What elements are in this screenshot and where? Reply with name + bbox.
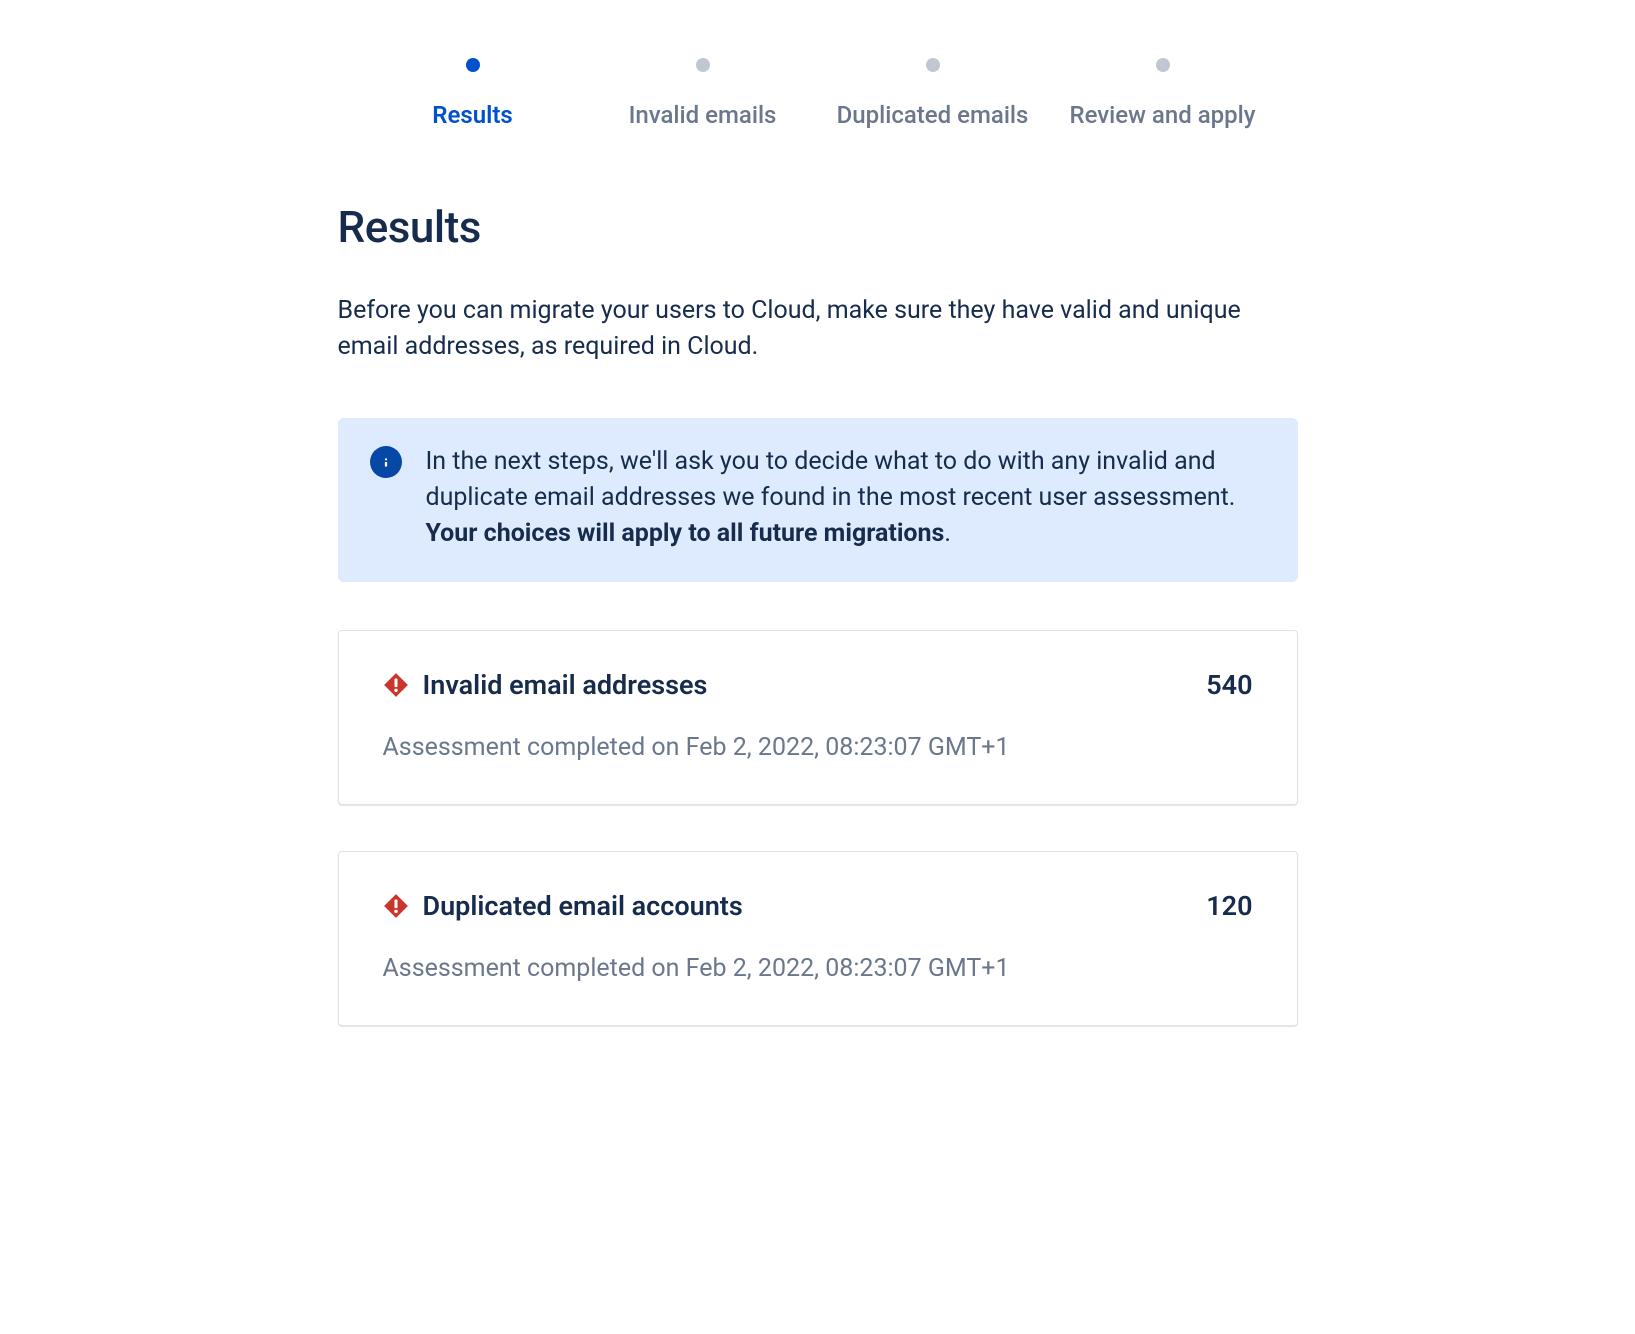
card-header: Invalid email addresses 540 xyxy=(383,669,1253,701)
stepper: Results Invalid emails Duplicated emails… xyxy=(0,58,1635,131)
info-icon xyxy=(370,446,402,478)
step-dot-icon xyxy=(926,58,940,72)
info-text-part1: In the next steps, we'll ask you to deci… xyxy=(426,447,1236,512)
card-invalid-emails: Invalid email addresses 540 Assessment c… xyxy=(338,630,1298,805)
info-banner: In the next steps, we'll ask you to deci… xyxy=(338,418,1298,583)
card-header: Duplicated email accounts 120 xyxy=(383,890,1253,922)
info-banner-text: In the next steps, we'll ask you to deci… xyxy=(426,444,1266,553)
intro-text: Before you can migrate your users to Clo… xyxy=(338,293,1298,366)
card-subtext: Assessment completed on Feb 2, 2022, 08:… xyxy=(383,954,1253,983)
card-title: Invalid email addresses xyxy=(423,669,708,701)
card-subtext: Assessment completed on Feb 2, 2022, 08:… xyxy=(383,733,1253,762)
step-label: Review and apply xyxy=(1069,100,1255,131)
card-title-wrap: Duplicated email accounts xyxy=(383,890,743,922)
step-review-apply[interactable]: Review and apply xyxy=(1048,58,1278,131)
card-title: Duplicated email accounts xyxy=(423,890,743,922)
card-count: 120 xyxy=(1206,890,1252,922)
card-duplicated-emails: Duplicated email accounts 120 Assessment… xyxy=(338,851,1298,1026)
step-dot-icon xyxy=(1156,58,1170,72)
info-text-bold: Your choices will apply to all future mi… xyxy=(426,519,945,548)
info-text-suffix: . xyxy=(944,519,951,548)
card-count: 540 xyxy=(1206,669,1252,701)
step-dot-icon xyxy=(696,58,710,72)
step-label: Invalid emails xyxy=(629,100,777,131)
warning-icon xyxy=(383,893,409,919)
step-label: Results xyxy=(432,100,513,131)
step-label: Duplicated emails xyxy=(837,100,1029,131)
page-title: Results xyxy=(338,201,1298,253)
step-results[interactable]: Results xyxy=(358,58,588,131)
step-dot-icon xyxy=(466,58,480,72)
step-duplicated-emails[interactable]: Duplicated emails xyxy=(818,58,1048,131)
warning-icon xyxy=(383,672,409,698)
step-invalid-emails[interactable]: Invalid emails xyxy=(588,58,818,131)
card-title-wrap: Invalid email addresses xyxy=(383,669,708,701)
